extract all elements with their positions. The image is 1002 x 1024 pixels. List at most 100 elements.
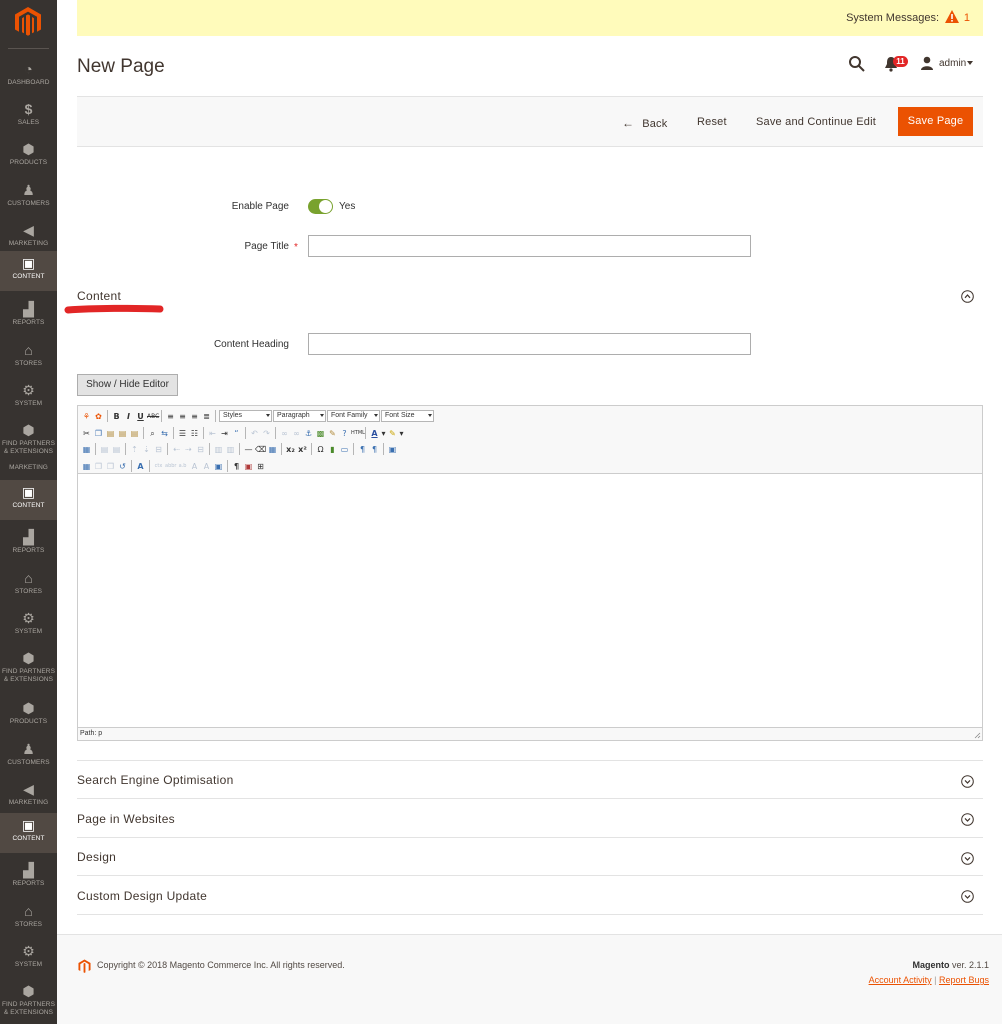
chevron-down-icon[interactable] xyxy=(961,852,974,865)
redo-icon[interactable]: ↷ xyxy=(261,428,272,439)
sidebar-item-reports[interactable]: ▟ Reports xyxy=(0,525,57,565)
system-messages-count[interactable]: 1 xyxy=(964,12,970,24)
styles-select[interactable]: Styles xyxy=(219,410,272,422)
chevron-down-icon[interactable] xyxy=(961,813,974,826)
row-props-icon[interactable]: ▤ xyxy=(99,444,110,455)
visualchars-icon[interactable]: ¶ xyxy=(231,461,242,472)
sidebar-item-marketing[interactable]: ◀ Marketing xyxy=(0,777,57,817)
insert-row-after-icon[interactable]: ⇣ xyxy=(141,444,152,455)
attribs-icon[interactable]: ▣ xyxy=(213,461,224,472)
section-custom-design-title[interactable]: Custom Design Update xyxy=(77,889,207,903)
help-icon[interactable]: ? xyxy=(339,428,350,439)
outdent-icon[interactable]: ⇤ xyxy=(207,428,218,439)
chevron-up-icon[interactable] xyxy=(961,290,974,303)
rtl-icon[interactable]: ¶ xyxy=(369,444,380,455)
cite-icon[interactable]: ctx xyxy=(153,461,164,472)
underline-icon[interactable]: U xyxy=(135,411,146,422)
split-cells-icon[interactable]: ▥ xyxy=(213,444,224,455)
notifications-badge[interactable]: 11 xyxy=(893,56,908,67)
section-websites-title[interactable]: Page in Websites xyxy=(77,812,175,826)
paste-icon[interactable]: ▤ xyxy=(105,428,116,439)
save-and-continue-button[interactable]: Save and Continue Edit xyxy=(756,116,876,128)
font-family-select[interactable]: Font Family xyxy=(327,410,380,422)
link-icon[interactable]: ∞ xyxy=(279,428,290,439)
sidebar-item-find-partners[interactable]: ⬢ Find Partners & Extensions xyxy=(0,418,57,456)
sidebar-item-content[interactable]: ▣ Content xyxy=(0,813,57,853)
pagebreak-icon[interactable]: ⊞ xyxy=(255,461,266,472)
horizontal-rule-icon[interactable]: — xyxy=(243,444,254,455)
move-backward-icon[interactable]: ❐ xyxy=(105,461,116,472)
fullpage-icon[interactable]: ▣ xyxy=(387,444,398,455)
anchor-icon[interactable]: ⚓ xyxy=(303,428,314,439)
unlink-icon[interactable]: ∞ xyxy=(291,428,302,439)
sidebar-item-find-partners[interactable]: ⬢ Find Partners & Extensions xyxy=(0,979,57,1019)
cell-props-icon[interactable]: ▤ xyxy=(111,444,122,455)
section-design-title[interactable]: Design xyxy=(77,850,116,864)
content-section-title[interactable]: Content xyxy=(77,289,121,303)
insert-layer-icon[interactable]: ▦ xyxy=(81,461,92,472)
paragraph-select[interactable]: Paragraph xyxy=(273,410,326,422)
sidebar-item-stores[interactable]: ⌂ Stores xyxy=(0,566,57,606)
delete-row-icon[interactable]: ⊟ xyxy=(153,444,164,455)
blockquote-icon[interactable]: “ xyxy=(231,428,242,439)
widget-icon[interactable]: ⚘ xyxy=(81,411,92,422)
reset-button[interactable]: Reset xyxy=(697,116,727,128)
ins-icon[interactable]: A xyxy=(201,461,212,472)
remove-format-icon[interactable]: ⌫ xyxy=(255,444,266,455)
sidebar-item-system[interactable]: ⚙ System xyxy=(0,378,57,418)
bullet-list-icon[interactable]: ☰ xyxy=(177,428,188,439)
insert-row-before-icon[interactable]: ⇡ xyxy=(129,444,140,455)
sidebar-item-content[interactable]: ▣ Content xyxy=(0,251,57,291)
numbered-list-icon[interactable]: ☷ xyxy=(189,428,200,439)
user-icon[interactable] xyxy=(920,56,934,70)
search-icon[interactable] xyxy=(848,55,866,73)
find-icon[interactable]: ⌕ xyxy=(147,428,158,439)
paste-text-icon[interactable]: ▤ xyxy=(117,428,128,439)
delete-col-icon[interactable]: ⊟ xyxy=(195,444,206,455)
sidebar-item-system[interactable]: ⚙ System xyxy=(0,939,57,979)
insert-col-after-icon[interactable]: ⇢ xyxy=(183,444,194,455)
section-seo-title[interactable]: Search Engine Optimisation xyxy=(77,773,234,787)
align-right-icon[interactable]: ≡ xyxy=(189,411,200,422)
sidebar-item-customers[interactable]: ♟ Customers xyxy=(0,178,57,218)
sidebar-item-products[interactable]: ⬢ Products xyxy=(0,696,57,736)
chevron-down-icon[interactable] xyxy=(961,775,974,788)
template-icon[interactable]: ▣ xyxy=(243,461,254,472)
visual-aid-icon[interactable]: ▦ xyxy=(267,444,278,455)
page-title-input[interactable] xyxy=(308,235,751,257)
italic-icon[interactable]: I xyxy=(123,411,134,422)
merge-cells-icon[interactable]: ▥ xyxy=(225,444,236,455)
system-messages-label[interactable]: System Messages: xyxy=(846,12,939,24)
sidebar-item-reports[interactable]: ▟ Reports xyxy=(0,858,57,898)
magento-logo-icon[interactable] xyxy=(14,7,42,37)
warning-icon[interactable] xyxy=(945,10,959,23)
content-heading-input[interactable] xyxy=(308,333,751,355)
chevron-down-icon[interactable]: ▾ xyxy=(399,428,404,439)
sidebar-item-sales[interactable]: $ Sales xyxy=(0,97,57,137)
sidebar-item-products[interactable]: ⬢ Products xyxy=(0,137,57,177)
align-center-icon[interactable]: ≡ xyxy=(177,411,188,422)
replace-icon[interactable]: ⇆ xyxy=(159,428,170,439)
subscript-icon[interactable]: x₂ xyxy=(285,444,296,455)
cut-icon[interactable]: ✂ xyxy=(81,428,92,439)
ltr-icon[interactable]: ¶ xyxy=(357,444,368,455)
sidebar-item-find-partners[interactable]: ⬢ Find Partners & Extensions xyxy=(0,646,57,686)
sidebar-item-stores[interactable]: ⌂ Stores xyxy=(0,899,57,939)
align-justify-icon[interactable]: ≣ xyxy=(201,411,212,422)
sidebar-item-customers[interactable]: ♟ Customers xyxy=(0,737,57,777)
abbr-icon[interactable]: abbr xyxy=(165,461,176,472)
variable-icon[interactable]: ✿ xyxy=(93,411,104,422)
del-icon[interactable]: A xyxy=(189,461,200,472)
absolute-icon[interactable]: ↺ xyxy=(117,461,128,472)
sidebar-item-system[interactable]: ⚙ System xyxy=(0,606,57,646)
paste-word-icon[interactable]: ▤ xyxy=(129,428,140,439)
account-activity-link[interactable]: Account Activity xyxy=(869,975,932,985)
chevron-down-icon[interactable] xyxy=(967,61,973,65)
media-icon[interactable]: ▮ xyxy=(327,444,338,455)
font-size-select[interactable]: Font Size xyxy=(381,410,434,422)
copy-icon[interactable]: ❐ xyxy=(93,428,104,439)
strikethrough-icon[interactable]: ABC xyxy=(147,411,159,422)
align-left-icon[interactable]: ≡ xyxy=(165,411,176,422)
show-hide-editor-button[interactable]: Show / Hide Editor xyxy=(77,374,178,396)
sidebar-item-content[interactable]: ▣ Content xyxy=(0,480,57,520)
